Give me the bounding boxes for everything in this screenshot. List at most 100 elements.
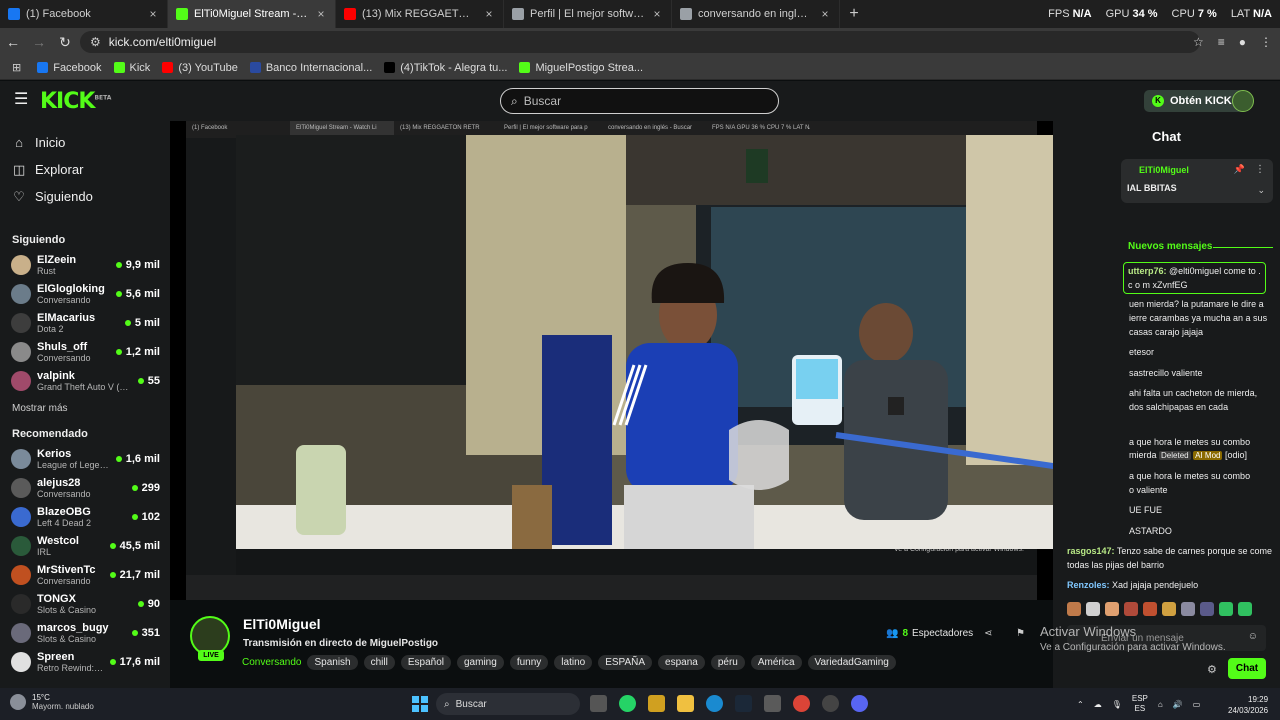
channel-item[interactable]: ElMacarius Dota 2 5 mil	[0, 308, 170, 337]
url-field[interactable]: ⚙ kick.com/elti0miguel	[80, 31, 1200, 53]
stream-tag[interactable]: funny	[509, 655, 549, 670]
channel-item[interactable]: ElGlogloking Conversando 5,6 mil	[0, 279, 170, 308]
forward-icon[interactable]: →	[26, 28, 52, 56]
channel-item[interactable]: Westcol IRL 45,5 mil	[0, 531, 170, 560]
bookmark-item[interactable]: MiguelPostigo Strea...	[513, 62, 649, 74]
bookmark-item[interactable]: (3) YouTube	[156, 62, 244, 74]
close-icon[interactable]: ×	[819, 7, 831, 21]
volume-icon[interactable]: 🔊	[1173, 700, 1183, 709]
browser-tab[interactable]: conversando en inglés - Buscar ×	[672, 0, 840, 28]
whatsapp-icon[interactable]	[619, 695, 636, 712]
emote-icon[interactable]	[1124, 602, 1138, 616]
stream-tag[interactable]: gaming	[457, 655, 504, 670]
hamburger-menu-icon[interactable]: ☰	[14, 92, 28, 108]
user-avatar[interactable]	[1232, 90, 1254, 112]
emote-icon[interactable]	[1067, 602, 1081, 616]
emoji-icon[interactable]: ☺	[1248, 631, 1258, 642]
emote-icon[interactable]	[1200, 602, 1214, 616]
stream-tag[interactable]: ESPAÑA	[598, 655, 653, 670]
search-input[interactable]	[523, 94, 744, 108]
reload-icon[interactable]: ↻	[52, 28, 78, 56]
emote-icon[interactable]	[1143, 602, 1157, 616]
channel-item[interactable]: BlazeOBG Left 4 Dead 2 102	[0, 502, 170, 531]
bookmark-star-icon[interactable]: ☆	[1193, 35, 1204, 49]
bookmark-item[interactable]: Kick	[108, 62, 157, 74]
category-link[interactable]: Conversando	[242, 657, 301, 668]
chat-username[interactable]: utterp76:	[1128, 266, 1167, 276]
media-control-icon[interactable]: ≡	[1218, 35, 1225, 49]
task-view-icon[interactable]	[590, 695, 607, 712]
pinned-menu-icon[interactable]: ⋮	[1255, 164, 1265, 175]
streamer-name[interactable]: ElTi0Miguel	[243, 616, 321, 632]
app-icon[interactable]	[822, 695, 839, 712]
stream-tag[interactable]: América	[750, 655, 802, 670]
store-icon[interactable]	[764, 695, 781, 712]
channel-item[interactable]: Kerios League of Legends 1,6 mil	[0, 444, 170, 473]
emote-icon[interactable]	[1219, 602, 1233, 616]
site-info-icon[interactable]: ⚙	[90, 35, 101, 49]
show-more-link[interactable]: Mostrar más	[0, 403, 170, 414]
stream-tag[interactable]: Spanish	[307, 655, 358, 670]
stream-tag[interactable]: chill	[363, 655, 395, 670]
close-icon[interactable]: ×	[483, 7, 495, 21]
onedrive-icon[interactable]: ☁	[1094, 700, 1102, 709]
file-explorer-icon[interactable]	[677, 695, 694, 712]
language-indicator[interactable]: ESP ES	[1132, 694, 1148, 714]
app-icon[interactable]	[648, 695, 665, 712]
kick-logo[interactable]: KICKBETA	[40, 89, 111, 114]
bookmark-item[interactable]: (4)TikTok - Alegra tu...	[378, 62, 513, 74]
emote-icon[interactable]	[1162, 602, 1176, 616]
close-icon[interactable]: ×	[147, 7, 159, 21]
network-icon[interactable]: ⌂	[1158, 700, 1163, 709]
windows-start-icon[interactable]	[412, 696, 428, 712]
discord-icon[interactable]	[851, 695, 868, 712]
chat-username[interactable]: Renzoles:	[1067, 580, 1110, 590]
channel-item[interactable]: valpink Grand Theft Auto V (GTA) 55	[0, 366, 170, 395]
chrome-icon[interactable]	[793, 695, 810, 712]
channel-item[interactable]: TONGX Slots & Casino 90	[0, 589, 170, 618]
video-player[interactable]: (1) Facebook ElTi0Miguel Stream - Watch …	[170, 121, 1053, 600]
new-messages-divider[interactable]: Nuevos mensajes	[1128, 241, 1213, 252]
sidebar-nav-explorar[interactable]: ◫ Explorar	[0, 156, 170, 183]
channel-item[interactable]: ElZeein Rust 9,9 mil	[0, 250, 170, 279]
weather-widget[interactable]: 15°C Mayorm. nublado	[10, 693, 94, 711]
chat-send-button[interactable]: Chat	[1228, 658, 1266, 679]
new-tab-button[interactable]: +	[840, 0, 868, 28]
pinned-message[interactable]: ElTi0Miguel 📌 ⋮ IAL BBITAS ⌄	[1121, 159, 1273, 203]
profile-icon[interactable]: ●	[1239, 35, 1246, 49]
channel-item[interactable]: Shuls_off Conversando 1,2 mil	[0, 337, 170, 366]
channel-item[interactable]: MrStivenTc Conversando 21,7 mil	[0, 560, 170, 589]
apps-grid-icon[interactable]: ⊞	[6, 61, 27, 74]
chevron-down-icon[interactable]: ⌄	[1257, 185, 1265, 196]
stream-tag[interactable]: latino	[554, 655, 593, 670]
tray-chevron-icon[interactable]: ⌃	[1077, 700, 1084, 709]
bookmark-item[interactable]: Facebook	[31, 62, 107, 74]
browser-tab[interactable]: ElTi0Miguel Stream - Watch Live ×	[168, 0, 336, 28]
taskbar-search[interactable]: ⌕ Buscar	[436, 693, 580, 715]
browser-tab[interactable]: Perfil | El mejor software para p ×	[504, 0, 672, 28]
stream-tag[interactable]: Español	[400, 655, 451, 670]
get-kicks-button[interactable]: K Obtén KICKs	[1144, 90, 1246, 112]
pin-icon[interactable]: 📌	[1234, 164, 1245, 175]
microphone-icon[interactable]: 🎙	[1112, 700, 1122, 709]
taskbar-clock[interactable]: 19:29 24/03/2026	[1228, 694, 1268, 716]
edge-icon[interactable]	[706, 695, 723, 712]
chat-settings-icon[interactable]: ⚙	[1207, 663, 1217, 676]
bookmark-item[interactable]: Banco Internacional...	[244, 62, 378, 74]
emote-icon[interactable]	[1181, 602, 1195, 616]
browser-menu-icon[interactable]: ⋮	[1260, 35, 1272, 49]
follow-icon[interactable]: ⚑	[1016, 628, 1025, 639]
close-icon[interactable]: ×	[651, 7, 663, 21]
browser-tab[interactable]: (13) Mix REGGAETON RETRO ×	[336, 0, 504, 28]
share-icon[interactable]: ⋖	[984, 628, 992, 639]
channel-item[interactable]: SpreenRetro Rewind: Vid... 17,6 mil	[0, 647, 170, 676]
emote-icon[interactable]	[1105, 602, 1119, 616]
browser-tab[interactable]: (1) Facebook ×	[0, 0, 168, 28]
emote-icon[interactable]	[1238, 602, 1252, 616]
stream-tag[interactable]: péru	[710, 655, 745, 670]
battery-icon[interactable]: ▭	[1193, 700, 1201, 709]
stream-tag[interactable]: espana	[658, 655, 705, 670]
back-icon[interactable]: ←	[0, 28, 26, 56]
stream-tag[interactable]: VariedadGaming	[807, 655, 896, 670]
close-icon[interactable]: ×	[315, 7, 327, 21]
